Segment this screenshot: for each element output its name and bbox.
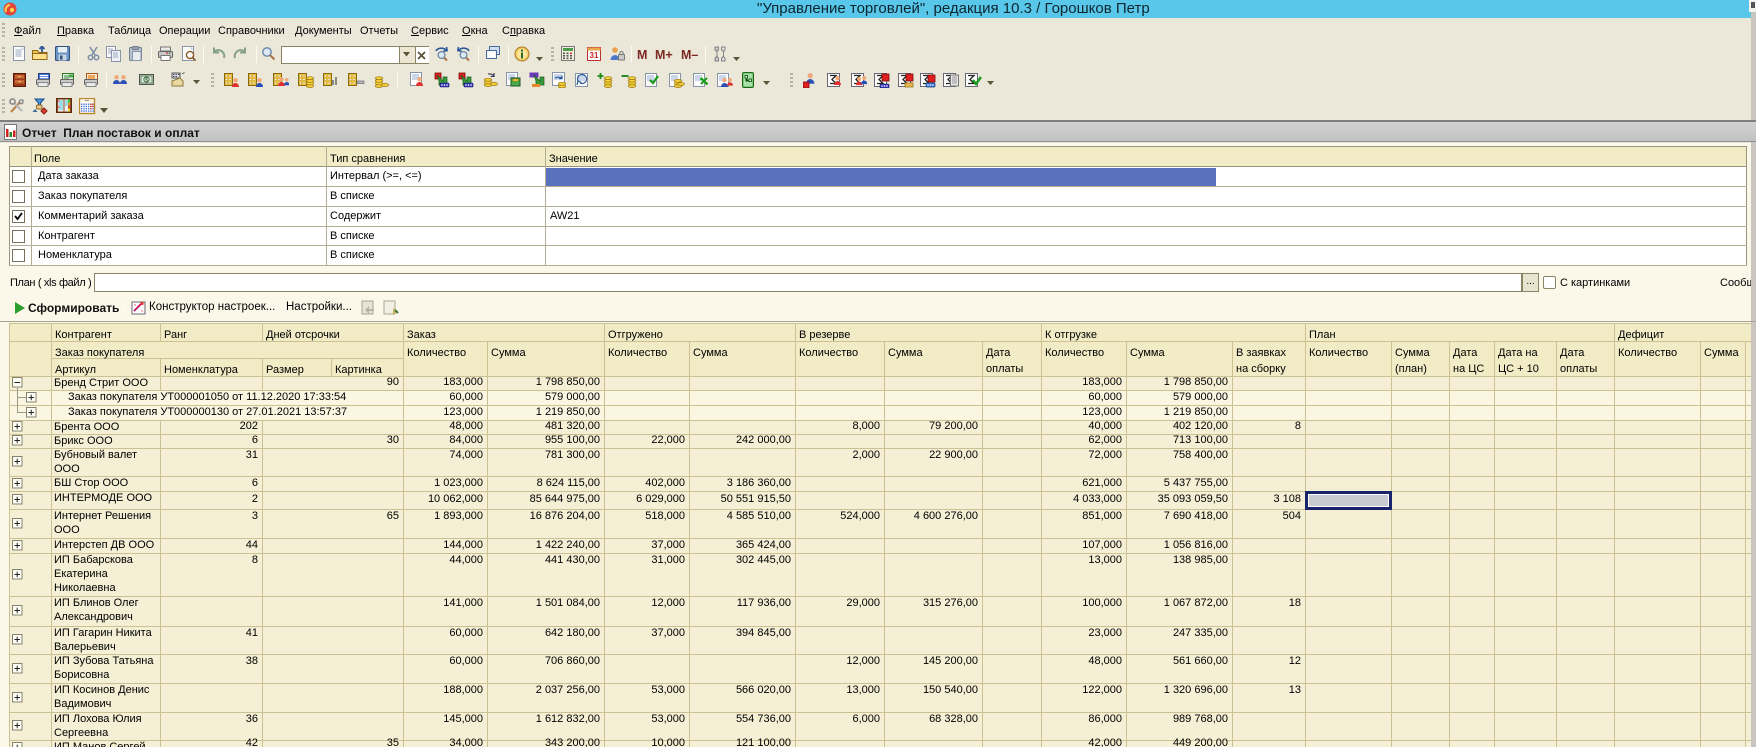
svg-text:31: 31 [590, 51, 599, 60]
svg-text:$: $ [145, 77, 149, 84]
